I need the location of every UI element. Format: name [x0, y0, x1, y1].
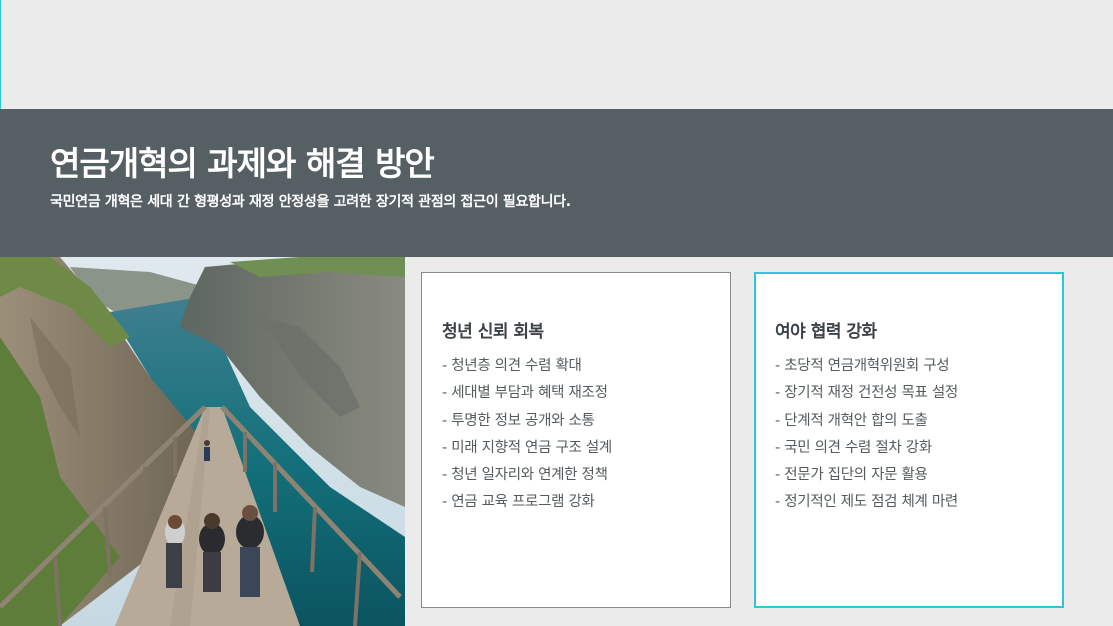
card-list: - 초당적 연금개혁위원회 구성 - 장기적 재정 건전성 목표 설정 - 단계… — [775, 353, 958, 517]
page-title: 연금개혁의 과제와 해결 방안 — [50, 144, 435, 183]
title-banner: 연금개혁의 과제와 해결 방안 국민연금 개혁은 세대 간 형평성과 재정 안정… — [0, 109, 1113, 257]
cliff-walkway-photo — [0, 257, 405, 626]
list-item: - 단계적 개혁안 합의 도출 — [775, 412, 928, 429]
list-item: - 청년 일자리와 연계한 정책 — [442, 467, 608, 484]
list-item: - 세대별 부담과 혜택 재조정 — [442, 385, 608, 402]
coastal-cliff-walkway-photo — [0, 257, 405, 626]
card-title: 청년 신뢰 회복 — [442, 322, 544, 342]
list-item: - 청년층 의견 수렴 확대 — [442, 358, 582, 374]
list-item: - 초당적 연금개혁위원회 구성 — [775, 358, 950, 374]
list-item: - 장기적 재정 건전성 목표 설정 — [775, 385, 958, 402]
card-bipartisan-cooperation: 여야 협력 강화 - 초당적 연금개혁위원회 구성 - 장기적 재정 건전성 목… — [754, 272, 1064, 608]
list-item: - 국민 의견 수렴 절차 강화 — [775, 439, 932, 456]
list-item: - 미래 지향적 연금 구조 설계 — [442, 439, 612, 456]
list-item: - 연금 교육 프로그램 강화 — [442, 494, 595, 511]
list-item: - 정기적인 제도 점검 체계 마련 — [775, 494, 958, 511]
card-list: - 청년층 의견 수렴 확대 - 세대별 부담과 혜택 재조정 - 투명한 정보… — [442, 353, 612, 517]
list-item: - 전문가 집단의 자문 활용 — [775, 467, 928, 484]
card-title: 여야 협력 강화 — [775, 322, 877, 342]
page-subtitle: 국민연금 개혁은 세대 간 형평성과 재정 안정성을 고려한 장기적 관점의 접… — [50, 194, 571, 210]
list-item: - 투명한 정보 공개와 소통 — [442, 412, 595, 429]
card-youth-trust: 청년 신뢰 회복 - 청년층 의견 수렴 확대 - 세대별 부담과 혜택 재조정… — [421, 272, 731, 608]
